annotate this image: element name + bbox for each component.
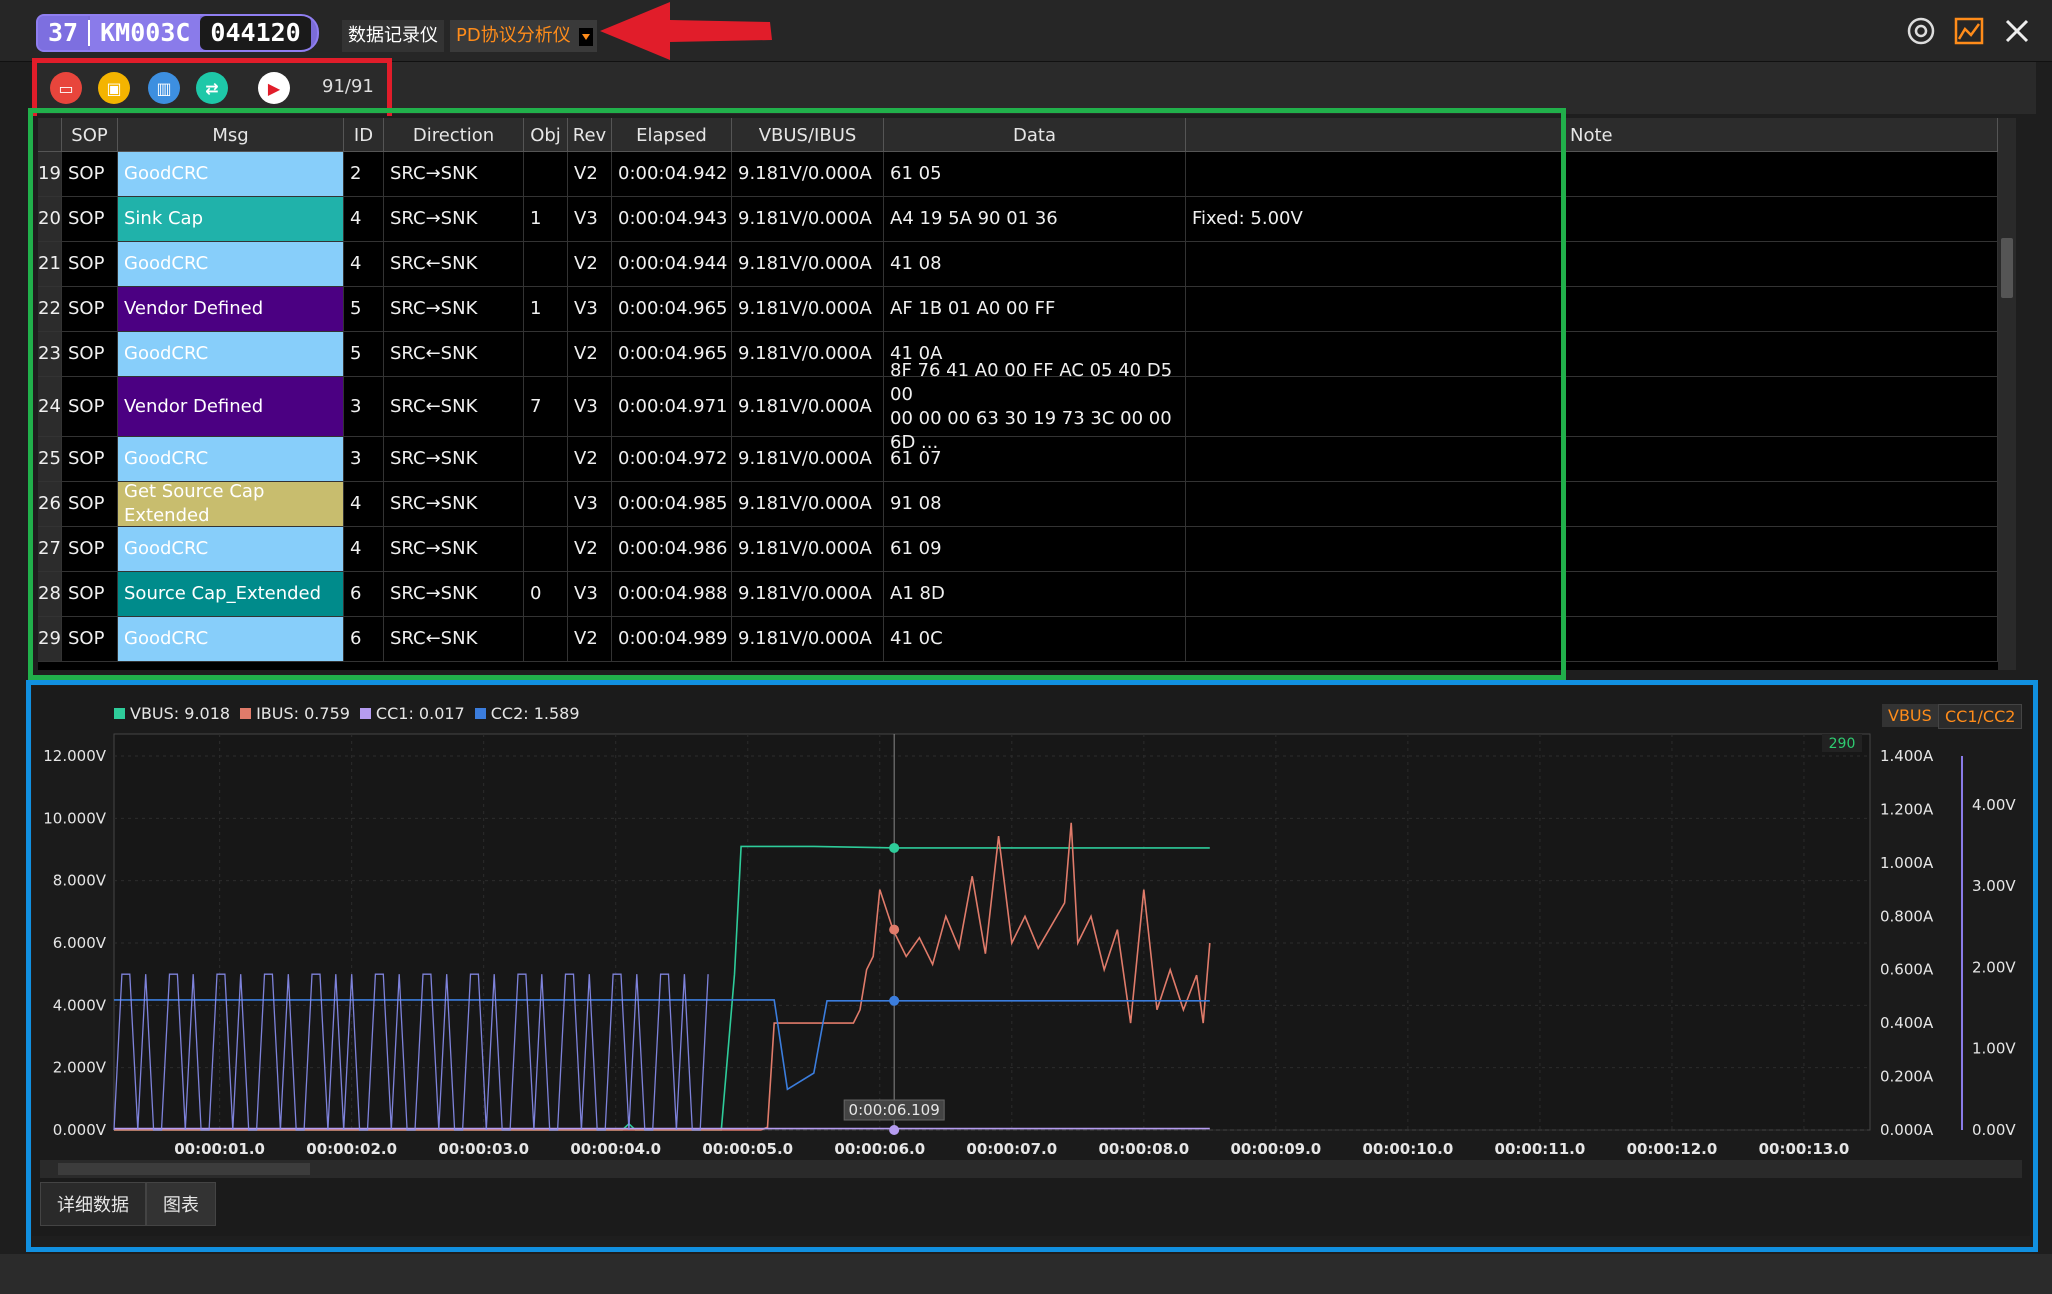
annotation-arrow-icon xyxy=(600,2,772,60)
close-icon[interactable] xyxy=(2000,14,2034,48)
cell-note xyxy=(1562,332,1998,376)
cell-note xyxy=(1562,197,1998,241)
mode-tab-data-logger[interactable]: 数据记录仪 xyxy=(342,20,444,52)
chevron-down-icon[interactable] xyxy=(578,28,593,46)
settings-icon[interactable] xyxy=(1904,14,1938,48)
table-scrollbar[interactable] xyxy=(1998,118,2016,670)
cell-note xyxy=(1562,482,1998,526)
cell-note xyxy=(1562,377,1998,436)
cell-note xyxy=(1562,287,1998,331)
cell-note xyxy=(1562,242,1998,286)
cell-note xyxy=(1562,572,1998,616)
device-model: KM003C xyxy=(90,16,201,50)
cell-note xyxy=(1562,437,1998,481)
title-bar: 37 KM003C 044120 数据记录仪 PD协议分析仪 xyxy=(0,0,2052,62)
window-controls xyxy=(1904,14,2034,48)
cell-note xyxy=(1562,617,1998,661)
mode-tab-pd-analyzer[interactable]: PD协议分析仪 xyxy=(450,20,597,52)
device-badge[interactable]: 37 KM003C 044120 xyxy=(36,14,319,52)
header-note[interactable]: Note xyxy=(1562,118,1998,152)
chart-image-icon[interactable] xyxy=(1952,14,1986,48)
status-strip xyxy=(0,1254,2052,1294)
mode-tab-pd-analyzer-label: PD协议分析仪 xyxy=(456,25,571,46)
annotation-box-table xyxy=(28,108,1566,680)
cell-note xyxy=(1562,527,1998,571)
device-serial: 044120 xyxy=(200,16,311,50)
app-window: 37 KM003C 044120 数据记录仪 PD协议分析仪 ▭ ▣ ▥ ⇄ ▶… xyxy=(0,0,2052,1294)
annotation-box-chart xyxy=(26,680,2038,1252)
cell-note xyxy=(1562,152,1998,196)
device-number: 37 xyxy=(38,16,89,50)
scrollbar-thumb[interactable] xyxy=(2001,238,2013,298)
